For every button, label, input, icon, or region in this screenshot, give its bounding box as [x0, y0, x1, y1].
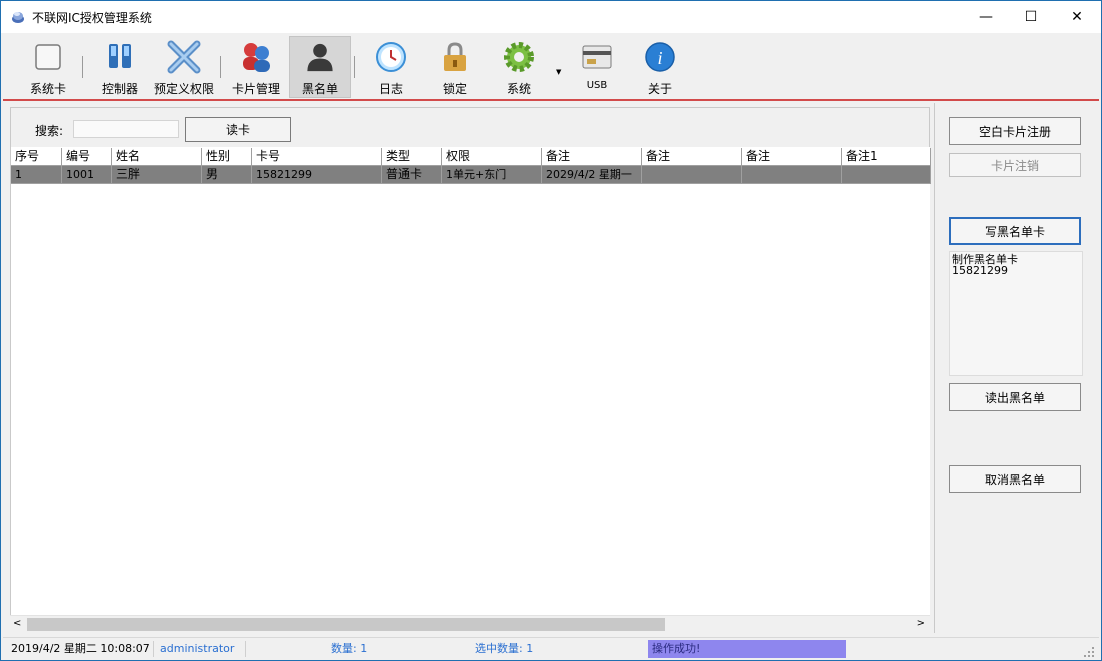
toolbar-label-card-management: 卡片管理: [231, 82, 280, 96]
table-cell: 1单元+东门: [442, 166, 542, 184]
column-header[interactable]: 卡号: [252, 148, 382, 166]
table-cell: [642, 166, 742, 184]
table-cell: 15821299: [252, 166, 382, 184]
column-header[interactable]: 序号: [11, 148, 62, 166]
toolbar-divider: [82, 56, 83, 78]
status-selected-count: 选中数量: 1: [475, 642, 534, 655]
column-header[interactable]: 备注: [742, 148, 842, 166]
title-bar: 不联网IC授权管理系统 — ☐ ✕: [1, 1, 1101, 33]
toolbar-label-blacklist: 黑名单: [301, 82, 338, 96]
toolbar-divider: [220, 56, 221, 78]
main-panel: 搜索: 读卡 序号 编号 姓名 性别 卡号 类型 权限 备注 备注 备注 备注1…: [3, 103, 933, 633]
table-cell: 男: [202, 166, 252, 184]
read-blacklist-button[interactable]: 读出黑名单: [949, 383, 1081, 411]
output-memo[interactable]: 制作黑名单卡 15821299: [949, 251, 1083, 376]
toolbar-label-lock: 锁定: [442, 82, 467, 96]
column-header[interactable]: 性别: [202, 148, 252, 166]
table-header: 序号 编号 姓名 性别 卡号 类型 权限 备注 备注 备注 备注1: [11, 148, 931, 166]
table-cell: [742, 166, 842, 184]
toolbar-divider: [354, 56, 355, 78]
read-card-button[interactable]: 读卡: [185, 117, 291, 142]
status-user: administrator: [160, 642, 235, 655]
system-gear-icon: [504, 42, 534, 72]
blacklist-icon: [307, 43, 333, 72]
toolbar-controller[interactable]: 控制器: [89, 36, 151, 98]
toolbar-label-system-card: 系统卡: [29, 82, 66, 96]
toolbar-label-usb: USB: [586, 80, 608, 91]
toolbar-about[interactable]: i 关于: [630, 36, 690, 98]
horizontal-scrollbar[interactable]: < >: [10, 615, 930, 632]
table-row[interactable]: 1 1001 三胖 男 15821299 普通卡 1单元+东门 2029/4/2…: [11, 166, 931, 184]
table-cell: 普通卡: [382, 166, 442, 184]
lock-icon: [444, 42, 466, 71]
maximize-button[interactable]: ☐: [1008, 1, 1054, 32]
minimize-icon: —: [979, 8, 993, 25]
scroll-left-icon[interactable]: <: [13, 618, 21, 629]
column-header[interactable]: 备注: [642, 148, 742, 166]
app-logo-icon: [12, 12, 24, 23]
log-clock-icon: [376, 42, 406, 72]
toolbar-blacklist[interactable]: 黑名单: [289, 36, 351, 98]
main-toolbar: 系统卡 控制器 预定义权限 卡片管理 黑名单 日志 锁定 系统 ▼ USB i …: [3, 34, 1099, 101]
status-message: 操作成功!: [648, 640, 846, 658]
system-dropdown-icon[interactable]: ▼: [556, 68, 561, 76]
system-card-icon: [35, 44, 61, 70]
column-header[interactable]: 权限: [442, 148, 542, 166]
table-cell: 三胖: [112, 166, 202, 184]
toolbar-system-card[interactable]: 系统卡: [15, 36, 81, 98]
usb-card-reader-icon: [582, 45, 612, 69]
controller-icon: [109, 44, 131, 68]
card-cancel-button[interactable]: 卡片注销: [949, 153, 1081, 177]
status-bar: 2019/4/2 星期二 10:08:07 administrator 数量: …: [3, 637, 1099, 659]
app-window: 不联网IC授权管理系统 — ☐ ✕ 系统卡 控制器 预定义权限 卡片管理 黑名单…: [0, 0, 1102, 661]
toolbar-log[interactable]: 日志: [361, 36, 421, 98]
blank-card-register-button[interactable]: 空白卡片注册: [949, 117, 1081, 145]
close-button[interactable]: ✕: [1054, 1, 1100, 32]
about-info-icon: i: [645, 42, 675, 72]
toolbar-label-controller: 控制器: [101, 82, 138, 96]
action-panel: 空白卡片注册 卡片注销 写黑名单卡 制作黑名单卡 15821299 读出黑名单 …: [934, 103, 1099, 633]
memo-line: 15821299: [952, 264, 1008, 277]
search-label: 搜索:: [35, 124, 64, 138]
toolbar-label-log: 日志: [378, 82, 403, 96]
scrollbar-thumb[interactable]: [27, 618, 665, 631]
column-header[interactable]: 姓名: [112, 148, 202, 166]
table-cell: 2029/4/2 星期一: [542, 166, 642, 184]
toolbar-label-about: 关于: [647, 82, 672, 96]
column-header[interactable]: 类型: [382, 148, 442, 166]
toolbar-label-system: 系统: [506, 82, 531, 96]
status-divider: [245, 641, 246, 657]
resize-grip-icon[interactable]: [1083, 646, 1095, 658]
close-icon: ✕: [1071, 8, 1083, 25]
card-management-icon: [243, 43, 270, 72]
maximize-icon: ☐: [1024, 8, 1038, 25]
write-blacklist-card-button[interactable]: 写黑名单卡: [949, 217, 1081, 245]
minimize-button[interactable]: —: [963, 1, 1009, 32]
table-cell: 1001: [62, 166, 112, 184]
search-input[interactable]: [73, 120, 179, 138]
permissions-icon: [167, 40, 201, 74]
window-title: 不联网IC授权管理系统: [32, 11, 152, 25]
status-divider: [153, 641, 154, 657]
status-datetime: 2019/4/2 星期二 10:08:07: [11, 642, 150, 655]
column-header[interactable]: 备注: [542, 148, 642, 166]
toolbar-card-management[interactable]: 卡片管理: [228, 36, 284, 98]
toolbar-label-permissions: 预定义权限: [153, 82, 214, 96]
toolbar-system[interactable]: 系统: [489, 36, 549, 98]
column-header[interactable]: 编号: [62, 148, 112, 166]
card-table[interactable]: 序号 编号 姓名 性别 卡号 类型 权限 备注 备注 备注 备注1 1 1001…: [10, 147, 931, 617]
status-count: 数量: 1: [331, 642, 368, 655]
table-cell: [842, 166, 931, 184]
column-header[interactable]: 备注1: [842, 148, 931, 166]
toolbar-lock[interactable]: 锁定: [425, 36, 485, 98]
svg-text:i: i: [657, 48, 662, 68]
search-bar: 搜索: 读卡: [10, 107, 930, 148]
toolbar-permissions[interactable]: 预定义权限: [153, 36, 215, 98]
cancel-blacklist-button[interactable]: 取消黑名单: [949, 465, 1081, 493]
table-cell: 1: [11, 166, 62, 184]
scroll-right-icon[interactable]: >: [917, 618, 925, 629]
toolbar-usb[interactable]: USB: [567, 36, 627, 98]
